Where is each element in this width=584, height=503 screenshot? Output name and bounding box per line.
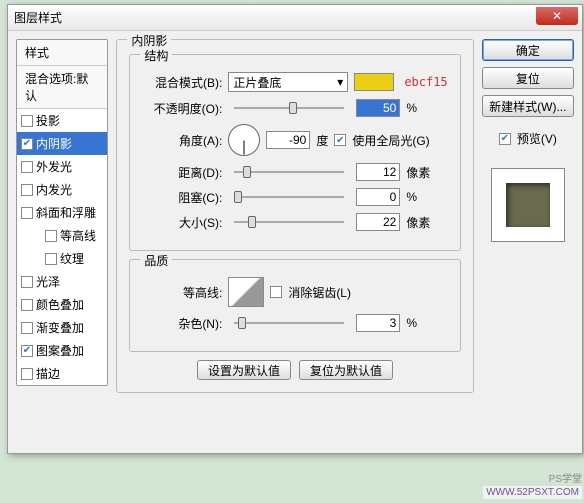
ok-button[interactable]: 确定	[482, 39, 574, 61]
angle-input[interactable]: -90	[266, 131, 310, 149]
close-button[interactable]: ✕	[536, 7, 578, 25]
noise-label: 杂色(N):	[142, 315, 222, 332]
blending-options-item[interactable]: 混合选项:默认	[17, 66, 107, 109]
structure-group: 结构 混合模式(B): 正片叠底 ebcf15 不透明度(O): 50 %	[129, 54, 460, 251]
preview-label: 预览(V)	[517, 130, 557, 147]
preview-box	[491, 168, 565, 242]
style-checkbox[interactable]	[21, 161, 33, 173]
opacity-unit: %	[406, 101, 417, 115]
watermark-url: WWW.52PSXT.COM	[483, 486, 582, 499]
style-label: 光泽	[36, 273, 60, 290]
style-label: 颜色叠加	[36, 296, 84, 313]
style-item-纹理[interactable]: 纹理	[17, 247, 107, 270]
size-input[interactable]: 22	[356, 213, 400, 231]
style-checkbox[interactable]	[21, 184, 33, 196]
choke-unit: %	[406, 190, 417, 204]
style-label: 斜面和浮雕	[36, 204, 96, 221]
titlebar: 图层样式 ✕	[8, 5, 582, 31]
contour-picker[interactable]	[228, 277, 264, 307]
antialias-label: 消除锯齿(L)	[288, 284, 351, 301]
style-label: 内发光	[36, 181, 72, 198]
layer-style-dialog: 图层样式 ✕ 样式 混合选项:默认 投影内阴影外发光内发光斜面和浮雕等高线纹理光…	[7, 4, 583, 454]
style-checkbox[interactable]	[21, 368, 33, 380]
new-style-button[interactable]: 新建样式(W)...	[482, 95, 574, 117]
dialog-title: 图层样式	[14, 9, 62, 26]
effect-settings-panel: 内阴影 结构 混合模式(B): 正片叠底 ebcf15 不透明度(O):	[116, 39, 473, 401]
preview-checkbox[interactable]	[499, 133, 511, 145]
size-slider[interactable]	[234, 221, 344, 223]
style-label: 渐变叠加	[36, 319, 84, 336]
style-label: 内阴影	[36, 135, 72, 152]
styles-list: 投影内阴影外发光内发光斜面和浮雕等高线纹理光泽颜色叠加渐变叠加图案叠加描边	[17, 109, 107, 385]
inner-shadow-group: 内阴影 结构 混合模式(B): 正片叠底 ebcf15 不透明度(O):	[116, 39, 473, 393]
style-item-图案叠加[interactable]: 图案叠加	[17, 339, 107, 362]
global-light-label: 使用全局光(G)	[352, 132, 429, 149]
style-item-斜面和浮雕[interactable]: 斜面和浮雕	[17, 201, 107, 224]
style-label: 图案叠加	[36, 342, 84, 359]
styles-header[interactable]: 样式	[17, 40, 107, 66]
style-item-内阴影[interactable]: 内阴影	[17, 132, 107, 155]
style-item-渐变叠加[interactable]: 渐变叠加	[17, 316, 107, 339]
size-label: 大小(S):	[142, 214, 222, 231]
style-item-等高线[interactable]: 等高线	[17, 224, 107, 247]
style-checkbox[interactable]	[21, 276, 33, 288]
angle-dial[interactable]	[228, 124, 260, 156]
antialias-checkbox[interactable]	[270, 286, 282, 298]
noise-slider[interactable]	[234, 322, 344, 324]
structure-title: 结构	[140, 47, 172, 64]
contour-label: 等高线:	[142, 284, 222, 301]
make-default-button[interactable]: 设置为默认值	[197, 360, 291, 380]
style-checkbox[interactable]	[21, 322, 33, 334]
angle-label: 角度(A):	[142, 132, 222, 149]
style-item-颜色叠加[interactable]: 颜色叠加	[17, 293, 107, 316]
preview-swatch	[506, 183, 550, 227]
style-checkbox[interactable]	[21, 207, 33, 219]
close-icon: ✕	[552, 9, 562, 23]
choke-label: 阻塞(C):	[142, 189, 222, 206]
angle-unit: 度	[316, 132, 328, 149]
style-checkbox[interactable]	[21, 138, 33, 150]
noise-unit: %	[406, 316, 417, 330]
style-item-描边[interactable]: 描边	[17, 362, 107, 385]
distance-input[interactable]: 12	[356, 163, 400, 181]
opacity-slider[interactable]	[234, 107, 344, 109]
color-hex-note: ebcf15	[404, 75, 447, 89]
style-item-内发光[interactable]: 内发光	[17, 178, 107, 201]
choke-input[interactable]: 0	[356, 188, 400, 206]
reset-default-button[interactable]: 复位为默认值	[299, 360, 393, 380]
distance-label: 距离(D):	[142, 164, 222, 181]
style-checkbox[interactable]	[45, 253, 57, 265]
choke-slider[interactable]	[234, 196, 344, 198]
distance-unit: 像素	[406, 164, 430, 181]
watermark-text: PS学堂	[549, 470, 582, 485]
style-checkbox[interactable]	[45, 230, 57, 242]
style-checkbox[interactable]	[21, 115, 33, 127]
global-light-checkbox[interactable]	[334, 134, 346, 146]
style-label: 描边	[36, 365, 60, 382]
cancel-button[interactable]: 复位	[482, 67, 574, 89]
quality-title: 品质	[140, 252, 172, 269]
style-label: 投影	[36, 112, 60, 129]
quality-group: 品质 等高线: 消除锯齿(L) 杂色(N): 3 %	[129, 259, 460, 352]
noise-input[interactable]: 3	[356, 314, 400, 332]
blend-mode-label: 混合模式(B):	[142, 74, 222, 91]
styles-panel: 样式 混合选项:默认 投影内阴影外发光内发光斜面和浮雕等高线纹理光泽颜色叠加渐变…	[16, 39, 108, 401]
style-label: 纹理	[60, 250, 84, 267]
size-unit: 像素	[406, 214, 430, 231]
style-checkbox[interactable]	[21, 299, 33, 311]
style-label: 等高线	[60, 227, 96, 244]
distance-slider[interactable]	[234, 171, 344, 173]
opacity-input[interactable]: 50	[356, 99, 400, 117]
style-item-投影[interactable]: 投影	[17, 109, 107, 132]
action-panel: 确定 复位 新建样式(W)... 预览(V)	[482, 39, 574, 401]
blend-mode-select[interactable]: 正片叠底	[228, 72, 348, 92]
style-label: 外发光	[36, 158, 72, 175]
style-item-外发光[interactable]: 外发光	[17, 155, 107, 178]
style-item-光泽[interactable]: 光泽	[17, 270, 107, 293]
style-checkbox[interactable]	[21, 345, 33, 357]
color-swatch[interactable]	[354, 73, 394, 91]
opacity-label: 不透明度(O):	[142, 100, 222, 117]
